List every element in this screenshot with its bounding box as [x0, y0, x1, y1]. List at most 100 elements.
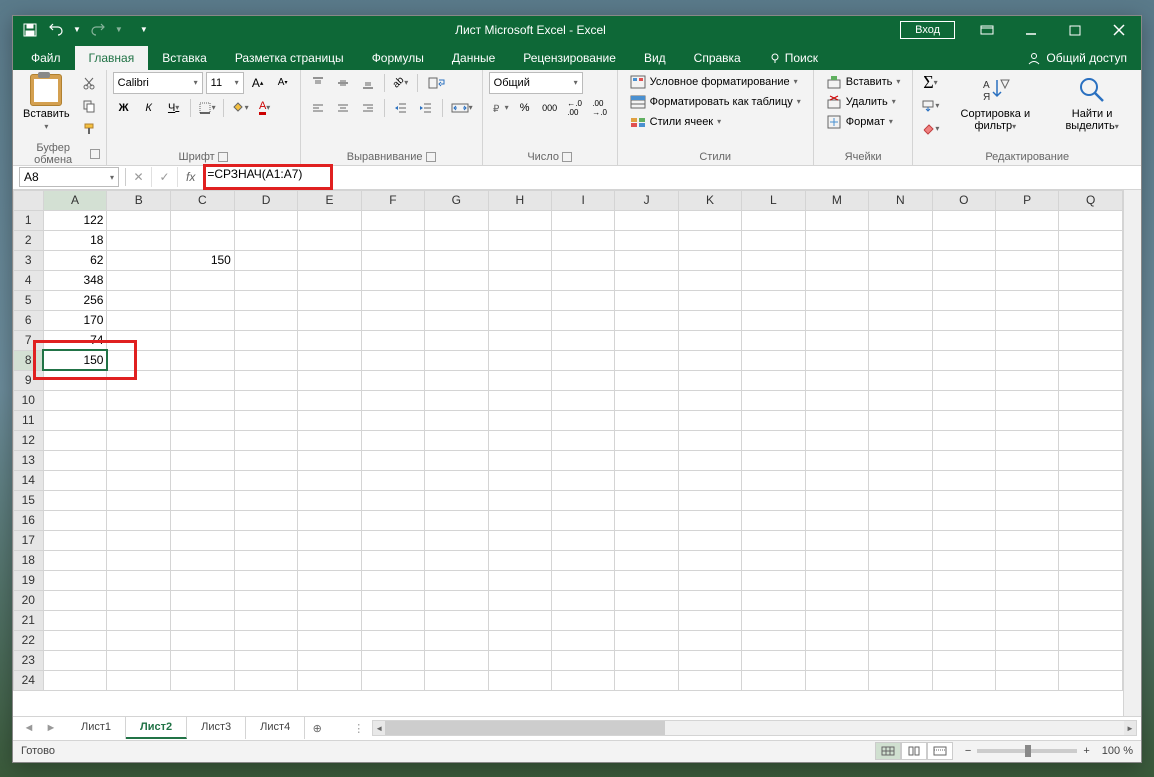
cell-D4[interactable]	[234, 270, 297, 290]
cell-B12[interactable]	[107, 430, 170, 450]
cell-E10[interactable]	[298, 390, 361, 410]
cell-P11[interactable]	[995, 410, 1058, 430]
cell-C13[interactable]	[170, 450, 234, 470]
search-button[interactable]: Поиск	[755, 46, 832, 70]
cell-D17[interactable]	[234, 530, 297, 550]
cell-I1[interactable]	[552, 210, 615, 230]
cell-F16[interactable]	[361, 510, 424, 530]
cell-D15[interactable]	[234, 490, 297, 510]
cell-K7[interactable]	[678, 330, 741, 350]
cell-O23[interactable]	[932, 650, 995, 670]
cell-M23[interactable]	[805, 650, 868, 670]
cell-K19[interactable]	[678, 570, 741, 590]
increase-indent-icon[interactable]	[415, 97, 437, 119]
cell-P6[interactable]	[995, 310, 1058, 330]
cell-P17[interactable]	[995, 530, 1058, 550]
cell-A14[interactable]	[43, 470, 107, 490]
cell-I3[interactable]	[552, 250, 615, 270]
cell-E16[interactable]	[298, 510, 361, 530]
cell-P23[interactable]	[995, 650, 1058, 670]
cell-G12[interactable]	[425, 430, 488, 450]
undo-icon[interactable]	[47, 21, 65, 39]
cell-styles-button[interactable]: Стили ячеек▾	[624, 112, 728, 132]
cell-M19[interactable]	[805, 570, 868, 590]
cell-B13[interactable]	[107, 450, 170, 470]
cell-N21[interactable]	[869, 610, 932, 630]
cell-C2[interactable]	[170, 230, 234, 250]
cell-B6[interactable]	[107, 310, 170, 330]
format-cells-button[interactable]: Формат ▾	[820, 112, 899, 132]
paste-button[interactable]: Вставить▾	[19, 72, 74, 134]
cell-K1[interactable]	[678, 210, 741, 230]
cell-M13[interactable]	[805, 450, 868, 470]
cell-O9[interactable]	[932, 370, 995, 390]
merge-cells-icon[interactable]: ▾	[448, 97, 476, 119]
autosum-icon[interactable]: Σ▾	[919, 72, 941, 94]
fx-icon[interactable]: fx	[178, 170, 203, 184]
cell-I20[interactable]	[552, 590, 615, 610]
cell-C6[interactable]	[170, 310, 234, 330]
cell-A16[interactable]	[43, 510, 107, 530]
row-header[interactable]: 16	[14, 510, 44, 530]
column-header[interactable]: D	[234, 190, 297, 210]
cell-D24[interactable]	[234, 670, 297, 690]
cell-A13[interactable]	[43, 450, 107, 470]
close-icon[interactable]	[1097, 16, 1141, 44]
cell-B18[interactable]	[107, 550, 170, 570]
cell-D2[interactable]	[234, 230, 297, 250]
row-header[interactable]: 11	[14, 410, 44, 430]
cell-L12[interactable]	[742, 430, 805, 450]
cell-O16[interactable]	[932, 510, 995, 530]
cell-A23[interactable]	[43, 650, 107, 670]
cell-M2[interactable]	[805, 230, 868, 250]
cell-D16[interactable]	[234, 510, 297, 530]
cell-P1[interactable]	[995, 210, 1058, 230]
cell-O18[interactable]	[932, 550, 995, 570]
cell-B2[interactable]	[107, 230, 170, 250]
cell-M9[interactable]	[805, 370, 868, 390]
cell-G11[interactable]	[425, 410, 488, 430]
cell-E13[interactable]	[298, 450, 361, 470]
cell-J19[interactable]	[615, 570, 678, 590]
cell-P21[interactable]	[995, 610, 1058, 630]
cell-A1[interactable]: 122	[43, 210, 107, 230]
cell-A20[interactable]	[43, 590, 107, 610]
cell-L13[interactable]	[742, 450, 805, 470]
font-size-dropdown[interactable]: 11▾	[206, 72, 244, 94]
row-header[interactable]: 4	[14, 270, 44, 290]
cell-F22[interactable]	[361, 630, 424, 650]
cell-O20[interactable]	[932, 590, 995, 610]
cell-P22[interactable]	[995, 630, 1058, 650]
row-header[interactable]: 23	[14, 650, 44, 670]
hscroll-right-icon[interactable]: ►	[1124, 721, 1136, 735]
column-header[interactable]: J	[615, 190, 678, 210]
sheet-tab[interactable]: Лист3	[187, 717, 246, 739]
cell-O6[interactable]	[932, 310, 995, 330]
cell-N1[interactable]	[869, 210, 932, 230]
row-header[interactable]: 24	[14, 670, 44, 690]
cell-Q10[interactable]	[1059, 390, 1123, 410]
cell-N17[interactable]	[869, 530, 932, 550]
cell-C11[interactable]	[170, 410, 234, 430]
zoom-slider[interactable]	[977, 749, 1077, 753]
column-header[interactable]: G	[425, 190, 488, 210]
cell-N3[interactable]	[869, 250, 932, 270]
page-layout-view-icon[interactable]	[901, 742, 927, 760]
cell-A8[interactable]: 150	[43, 350, 107, 370]
row-header[interactable]: 10	[14, 390, 44, 410]
row-header[interactable]: 21	[14, 610, 44, 630]
cell-M17[interactable]	[805, 530, 868, 550]
cell-G16[interactable]	[425, 510, 488, 530]
column-header[interactable]: C	[170, 190, 234, 210]
cell-O17[interactable]	[932, 530, 995, 550]
cell-D13[interactable]	[234, 450, 297, 470]
cell-H21[interactable]	[488, 610, 551, 630]
cell-N5[interactable]	[869, 290, 932, 310]
cell-H4[interactable]	[488, 270, 551, 290]
cell-A15[interactable]	[43, 490, 107, 510]
cell-D3[interactable]	[234, 250, 297, 270]
cell-K9[interactable]	[678, 370, 741, 390]
cell-L3[interactable]	[742, 250, 805, 270]
column-header[interactable]: L	[742, 190, 805, 210]
cell-Q22[interactable]	[1059, 630, 1123, 650]
